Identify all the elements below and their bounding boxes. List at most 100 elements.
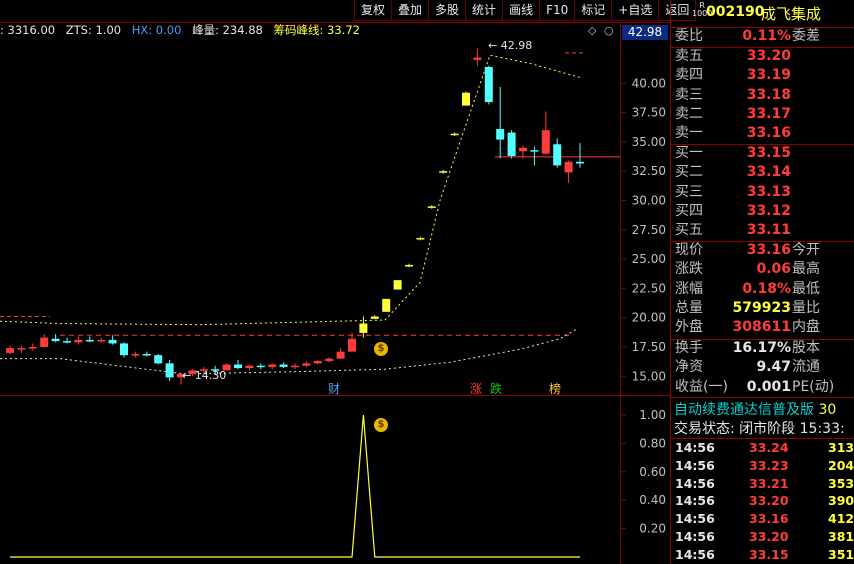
candle[interactable] <box>439 170 448 174</box>
money-bag-icon[interactable]: $ <box>374 342 388 356</box>
candle[interactable] <box>291 363 299 370</box>
candle[interactable] <box>120 342 128 358</box>
candle[interactable] <box>165 359 174 381</box>
candle[interactable] <box>405 263 413 268</box>
candle[interactable] <box>85 336 94 343</box>
stock-name: 成飞集成 <box>761 5 822 23</box>
tick-volume: 204 <box>828 457 854 473</box>
bid-row-label: 买二 <box>675 164 703 181</box>
candle[interactable] <box>63 337 71 344</box>
stat2-row-value: 16.17% <box>732 340 791 356</box>
tick-row[interactable]: 14:56 33.23 204 <box>673 457 854 475</box>
candle[interactable] <box>564 160 573 183</box>
limit-down-marker[interactable]: 跌 <box>490 380 502 397</box>
tick-row[interactable]: 14:56 33.24 313 <box>673 439 854 457</box>
candle-body <box>530 150 539 152</box>
tick-row[interactable]: 14:56 33.21 353 <box>673 475 854 493</box>
candle[interactable] <box>382 298 391 312</box>
candle[interactable] <box>473 48 482 66</box>
stock-code: 002190 <box>706 4 765 20</box>
tick-volume: 351 <box>828 546 854 562</box>
candle[interactable] <box>28 343 37 351</box>
candle[interactable] <box>496 86 505 159</box>
candle[interactable] <box>245 364 254 371</box>
candle[interactable] <box>313 359 322 365</box>
stat-row-label: 涨幅 <box>675 280 703 297</box>
tick-row[interactable]: 14:56 33.15 351 <box>673 546 854 564</box>
candle[interactable] <box>450 132 459 137</box>
candle[interactable] <box>17 345 26 353</box>
candle[interactable] <box>576 143 584 168</box>
candle[interactable] <box>256 363 265 370</box>
candle[interactable] <box>507 130 516 159</box>
candle[interactable] <box>370 315 379 319</box>
candle[interactable] <box>427 205 436 209</box>
candle[interactable] <box>553 138 562 168</box>
stat-row-value: 0.18% <box>742 280 791 297</box>
stat-row-value: 0.06 <box>756 261 791 278</box>
kline-chart[interactable]: 40.00 37.50 35.00 32.50 30.00 27.50 25.00 22.50… <box>0 0 671 564</box>
candle[interactable] <box>154 353 163 365</box>
candle[interactable] <box>97 337 106 343</box>
candle[interactable] <box>541 111 550 155</box>
price-tick-label: 37.50 <box>632 106 666 120</box>
tick-volume: 381 <box>828 529 854 544</box>
candle[interactable] <box>51 334 60 343</box>
candle[interactable] <box>40 334 49 347</box>
sub-tick-label: 0.20 <box>639 522 666 536</box>
candle[interactable] <box>74 336 83 345</box>
tick-row[interactable]: 14:56 33.16 412 <box>673 510 854 528</box>
tick-row[interactable]: 14:56 33.20 390 <box>673 492 854 510</box>
bid-row: 买二 33.14 <box>673 163 854 182</box>
candle-body <box>484 66 493 103</box>
candle[interactable] <box>302 361 311 367</box>
candle-body <box>85 339 94 342</box>
price-tick-label: 25.00 <box>632 252 666 266</box>
dragon-tiger-list-marker[interactable]: 榜 <box>549 380 561 397</box>
stat-row-label: 外盘 <box>675 319 703 336</box>
ask-row-label: 卖四 <box>675 67 703 84</box>
candle[interactable] <box>279 362 288 369</box>
candle[interactable] <box>359 316 368 338</box>
candle-body <box>63 341 71 343</box>
stat-row: 外盘 308611 内盘 <box>673 318 854 337</box>
candle[interactable] <box>325 357 334 363</box>
bid-row-value: 33.13 <box>746 183 791 200</box>
candle-body <box>131 353 140 356</box>
limit-up-marker[interactable]: 涨 <box>470 380 482 397</box>
money-bag-icon-sub[interactable]: $ <box>374 418 388 432</box>
candle-body <box>313 361 322 364</box>
service-banner[interactable]: 自动续费通达信普及版 30 <box>674 399 854 419</box>
candle[interactable] <box>142 351 151 357</box>
circle-icon[interactable]: ○ <box>604 24 614 37</box>
stat2-row-label: 净资 <box>675 359 703 376</box>
candle-body <box>17 348 26 350</box>
bid-row-value: 33.12 <box>746 202 791 219</box>
tick-volume: 390 <box>828 493 854 509</box>
candle-body <box>519 147 527 152</box>
price-tick-label: 22.50 <box>632 281 666 295</box>
candle-body <box>496 129 505 140</box>
candle[interactable] <box>484 65 493 105</box>
stat2-row-value: 9.47 <box>756 359 791 376</box>
candle[interactable] <box>108 335 117 345</box>
candle[interactable] <box>416 236 425 241</box>
candle[interactable] <box>6 345 14 354</box>
tick-time: 14:56 <box>675 493 715 509</box>
candle[interactable] <box>462 91 470 106</box>
financial-report-marker[interactable]: 财 <box>328 380 340 397</box>
candle[interactable] <box>393 280 402 290</box>
bid-row-value: 33.11 <box>746 222 791 239</box>
candle[interactable] <box>519 145 527 159</box>
candle-body <box>142 353 151 356</box>
candle[interactable] <box>234 359 242 370</box>
candle[interactable] <box>530 146 539 166</box>
candle[interactable] <box>336 348 345 359</box>
price-tick-label: 20.00 <box>632 311 666 325</box>
candle[interactable] <box>268 363 277 370</box>
diamond-icon[interactable]: ◇ <box>588 24 596 37</box>
candle[interactable] <box>131 351 140 358</box>
bid-row-label: 买四 <box>675 202 703 219</box>
high-price-label: ← 42.98 <box>488 39 533 52</box>
tick-row[interactable]: 14:56 33.20 381 <box>673 528 854 546</box>
